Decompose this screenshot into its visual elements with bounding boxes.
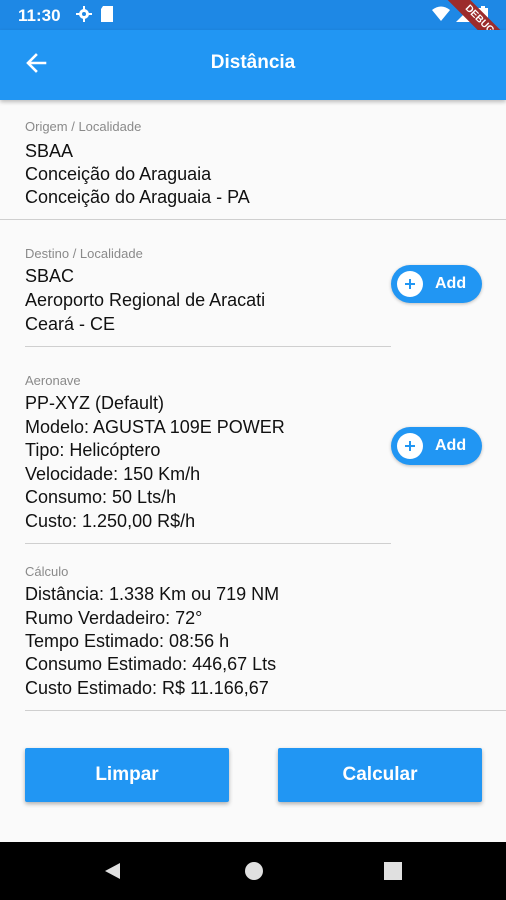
aeronave-consumo: Consumo: 50 Lts/h: [25, 487, 177, 507]
sd-card-icon: [100, 6, 114, 27]
origem-name: Conceição do Araguaia: [25, 164, 212, 184]
calcular-button[interactable]: Calcular: [278, 748, 482, 802]
plus-icon: [397, 433, 423, 459]
destino-label: Destino / Localidade: [25, 246, 143, 261]
origem-code: SBAA: [25, 141, 74, 161]
add-aeronave-button[interactable]: Add: [391, 427, 482, 465]
calculo-consumo: Consumo Estimado: 446,67 Lts: [25, 654, 277, 674]
page-title: Distância: [210, 52, 296, 73]
destino-city: Ceará - CE: [25, 314, 116, 334]
nav-recents-icon[interactable]: [384, 862, 402, 885]
app-bar: Distância: [0, 30, 506, 100]
aeronave-tipo: Tipo: Helicóptero: [25, 440, 161, 460]
add-destino-button[interactable]: Add: [391, 265, 482, 303]
calculo-custo: Custo Estimado: R$ 11.166,67: [25, 678, 269, 698]
gear-icon: [76, 6, 92, 27]
nav-home-icon[interactable]: [244, 861, 264, 886]
origem-city: Conceição do Araguaia - PA: [25, 187, 250, 207]
nav-back-icon[interactable]: [102, 861, 122, 886]
origem-label: Origem / Localidade: [25, 119, 142, 134]
aeronave-custo: Custo: 1.250,00 R$/h: [25, 511, 196, 531]
limpar-button[interactable]: Limpar: [25, 748, 229, 802]
status-bar: 11:30 DEBUG: [0, 0, 506, 65]
calculo-distancia: Distância: 1.338 Km ou 719 NM: [25, 584, 280, 604]
aeronave-velocidade: Velocidade: 150 Km/h: [25, 464, 201, 484]
calculo-rumo: Rumo Verdadeiro: 72°: [25, 608, 203, 628]
divider: [25, 346, 391, 347]
calculo-label: Cálculo: [25, 564, 69, 579]
divider: [25, 710, 506, 711]
add-aeronave-label: Add: [435, 437, 467, 454]
wifi-icon: [432, 6, 450, 27]
status-time: 11:30: [18, 6, 61, 25]
add-destino-label: Add: [435, 275, 467, 292]
calculo-tempo: Tempo Estimado: 08:56 h: [25, 631, 230, 651]
plus-icon: [397, 271, 423, 297]
aeronave-prefix: PP-XYZ (Default): [25, 393, 165, 413]
aeronave-modelo: Modelo: AGUSTA 109E POWER: [25, 417, 285, 437]
navigation-bar: [0, 842, 506, 900]
aeronave-label: Aeronave: [25, 373, 81, 388]
divider: [25, 543, 391, 544]
divider: [0, 219, 506, 220]
destino-name: Aeroporto Regional de Aracati: [25, 290, 266, 310]
destino-code: SBAC: [25, 266, 75, 286]
